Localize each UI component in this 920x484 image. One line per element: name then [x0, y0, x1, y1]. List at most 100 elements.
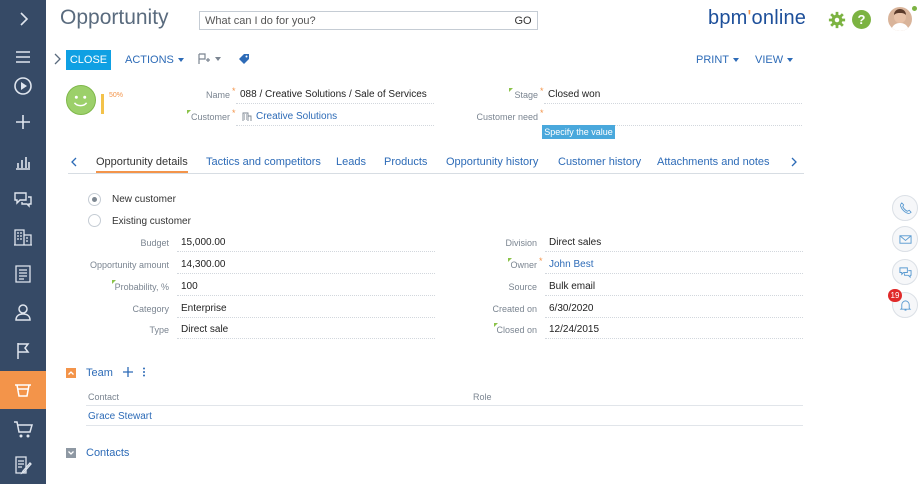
tag-button[interactable] [238, 53, 250, 65]
division-label: Division [505, 238, 537, 248]
play-circle-icon [14, 77, 32, 95]
view-button[interactable]: VIEW [755, 54, 794, 66]
sidebar-item-documents[interactable] [0, 255, 46, 293]
flag-icon [17, 343, 30, 359]
owner-label: Owner [510, 260, 537, 270]
sidebar-expand-button[interactable] [0, 0, 46, 38]
role-column-header: Role [473, 392, 492, 402]
hamburger-icon [16, 51, 30, 63]
chevron-right-icon[interactable] [52, 53, 62, 65]
owner-field[interactable]: John Best [545, 258, 803, 274]
actions-button[interactable]: ACTIONS [125, 54, 184, 66]
chat-button[interactable] [892, 259, 918, 285]
source-label: Source [508, 282, 537, 292]
type-field[interactable]: Direct sale [177, 323, 435, 339]
online-status-indicator [912, 6, 917, 11]
budget-label: Budget [140, 238, 169, 248]
collapse-icon[interactable] [66, 368, 76, 378]
command-line: GO [199, 11, 538, 30]
tab-opportunity-history[interactable]: Opportunity history [446, 156, 538, 168]
sidebar-item-processes[interactable] [0, 67, 46, 105]
contacts-section-title[interactable]: Contacts [86, 447, 129, 459]
notification-count-badge: 19 [888, 289, 902, 302]
bar-chart-icon [16, 157, 30, 170]
account-icon [242, 112, 252, 121]
tab-tactics-and-competitors[interactable]: Tactics and competitors [206, 156, 321, 168]
opportunity-amount-field[interactable]: 14,300.00 [177, 258, 435, 274]
help-icon[interactable]: ? [852, 10, 871, 29]
category-field[interactable]: Enterprise [177, 302, 435, 318]
sidebar [0, 0, 46, 484]
add-icon[interactable] [123, 367, 133, 377]
division-field[interactable]: Direct sales [545, 236, 803, 252]
contact-column-header: Contact [88, 392, 120, 402]
closed-on-field[interactable]: 12/24/2015 [545, 323, 803, 339]
stage-field[interactable]: Closed won [544, 88, 802, 104]
tab-bar: Opportunity details Tactics and competit… [68, 154, 804, 174]
process-flag-icon [198, 53, 210, 64]
team-row-contact[interactable]: Grace Stewart [88, 411, 152, 422]
document-icon [15, 265, 31, 283]
chevron-right-icon[interactable] [790, 157, 798, 167]
cart-icon [14, 421, 33, 438]
category-label: Category [132, 304, 169, 314]
tab-opportunity-details[interactable]: Opportunity details [96, 156, 188, 173]
buildings-icon [14, 229, 32, 246]
name-field[interactable]: 088 / Creative Solutions / Sale of Servi… [236, 88, 434, 104]
team-section-title[interactable]: Team [86, 367, 113, 379]
sidebar-item-opportunities[interactable] [0, 371, 46, 409]
sidebar-item-flags[interactable] [0, 332, 46, 370]
existing-customer-radio[interactable] [88, 214, 101, 227]
expand-icon[interactable] [66, 448, 76, 458]
customer-need-label: Customer need [476, 112, 538, 122]
business-process-button[interactable] [197, 53, 221, 65]
specify-value-tooltip[interactable]: Specify the value [542, 125, 615, 139]
sidebar-item-notes[interactable] [0, 446, 46, 484]
new-customer-radio[interactable] [88, 193, 101, 206]
email-button[interactable] [892, 226, 918, 252]
chevron-left-icon[interactable] [70, 157, 78, 167]
tab-leads[interactable]: Leads [336, 156, 366, 168]
print-button[interactable]: PRINT [696, 54, 739, 66]
sidebar-item-add[interactable] [0, 103, 46, 141]
chat-bubbles-icon [14, 192, 32, 208]
phone-button[interactable] [892, 195, 918, 221]
sidebar-item-contacts[interactable] [0, 293, 46, 331]
edit-icon [15, 456, 32, 475]
existing-customer-label: Existing customer [112, 216, 191, 227]
customer-need-field[interactable] [544, 110, 802, 126]
probability-field[interactable]: 100 [177, 280, 435, 296]
search-input[interactable] [200, 12, 509, 29]
smiley-icon [66, 85, 96, 115]
sidebar-item-accounts[interactable] [0, 218, 46, 256]
more-options-icon[interactable] [142, 367, 146, 377]
close-button[interactable]: CLOSE [66, 50, 111, 70]
funnel-icon [15, 384, 31, 397]
main-area: Opportunity GO bpm'online ? CLOSE ACTION… [46, 0, 920, 484]
tab-customer-history[interactable]: Customer history [558, 156, 641, 168]
phone-icon [899, 201, 912, 214]
sidebar-item-orders[interactable] [0, 410, 46, 448]
go-button[interactable]: GO [509, 15, 537, 27]
customer-field[interactable]: Creative Solutions [236, 110, 434, 126]
page-title: Opportunity [60, 6, 169, 29]
new-customer-label: New customer [112, 194, 176, 205]
type-label: Type [149, 325, 169, 335]
caret-down-icon [787, 58, 794, 62]
source-field[interactable]: Bulk email [545, 280, 803, 296]
name-label: Name [205, 90, 230, 100]
tab-attachments-and-notes[interactable]: Attachments and notes [657, 156, 770, 168]
caret-down-icon [177, 58, 184, 62]
created-on-field[interactable]: 6/30/2020 [545, 302, 803, 318]
tab-products[interactable]: Products [384, 156, 427, 168]
plus-icon [16, 115, 30, 129]
customer-label: Customer [190, 112, 230, 122]
budget-field[interactable]: 15,000.00 [177, 236, 435, 252]
divider [86, 425, 803, 426]
logo: bpm'online [708, 7, 807, 29]
avatar[interactable] [888, 7, 912, 31]
sidebar-item-dashboards[interactable] [0, 143, 46, 181]
sidebar-item-feed[interactable] [0, 180, 46, 218]
caret-down-icon [215, 57, 221, 61]
gear-icon[interactable] [828, 11, 846, 29]
